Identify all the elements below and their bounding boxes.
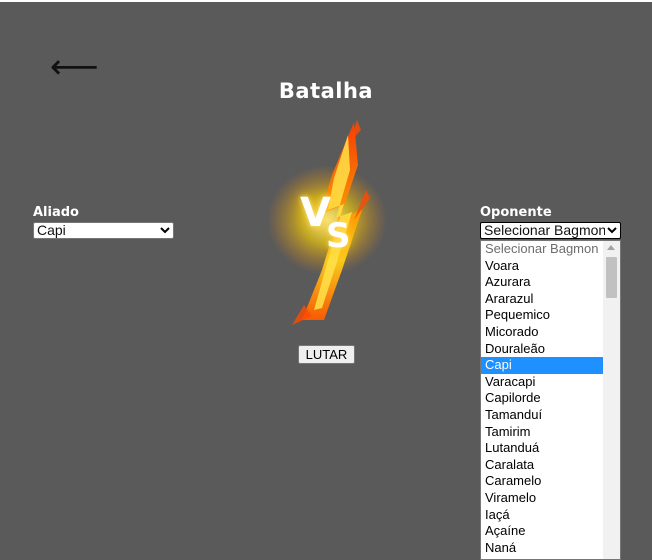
ally-select[interactable]: Capi — [33, 222, 174, 239]
opponent-label: Oponente — [480, 205, 552, 220]
dropdown-scrollbar[interactable] — [603, 241, 620, 559]
opponent-select[interactable]: Selecionar Bagmon — [480, 222, 621, 239]
dropdown-option[interactable]: Micorado — [481, 324, 603, 341]
page-title: Batalha — [278, 79, 374, 103]
dropdown-option[interactable]: Viramelo — [481, 490, 603, 507]
ally-label: Aliado — [33, 205, 79, 220]
dropdown-option[interactable]: Capi — [481, 357, 603, 374]
dropdown-option[interactable]: Pequemico — [481, 307, 603, 324]
dropdown-option[interactable]: Voara — [481, 258, 603, 275]
dropdown-option[interactable]: Ararazul — [481, 291, 603, 308]
vs-flame-emblem: V S — [262, 120, 392, 325]
vs-letter-s: S — [326, 216, 351, 256]
dropdown-option[interactable]: Douraleão — [481, 341, 603, 358]
dropdown-option[interactable]: Caralata — [481, 457, 603, 474]
top-border — [0, 0, 652, 2]
dropdown-option[interactable]: Tamirim — [481, 424, 603, 441]
fight-button[interactable]: LUTAR — [298, 345, 355, 364]
opponent-dropdown-list[interactable]: Selecionar Bagmon Voara Azurara Ararazul Peq… — [480, 240, 621, 560]
dropdown-option[interactable]: Lutanduá — [481, 440, 603, 457]
dropdown-options: Selecionar Bagmon Voara Azurara Ararazul Peq… — [481, 241, 620, 556]
chevron-down-icon — [160, 223, 170, 238]
dropdown-option[interactable]: Caramelo — [481, 473, 603, 490]
dropdown-option: Selecionar Bagmon — [485, 241, 599, 256]
dropdown-option[interactable]: Iaçá — [481, 507, 603, 524]
ally-select-value: Capi — [37, 222, 66, 238]
chevron-down-icon — [605, 223, 617, 238]
opponent-select-value: Selecionar Bagmon — [484, 222, 607, 238]
dropdown-option[interactable]: Capilorde — [481, 390, 603, 407]
scroll-thumb[interactable] — [606, 257, 617, 298]
dropdown-option[interactable]: Tamanduí — [481, 407, 603, 424]
dropdown-option[interactable]: Varacapi — [481, 374, 603, 391]
scroll-up-arrow-icon[interactable] — [607, 245, 615, 250]
dropdown-option[interactable]: Azurara — [481, 274, 603, 291]
dropdown-option[interactable]: Açaíne — [481, 523, 603, 540]
